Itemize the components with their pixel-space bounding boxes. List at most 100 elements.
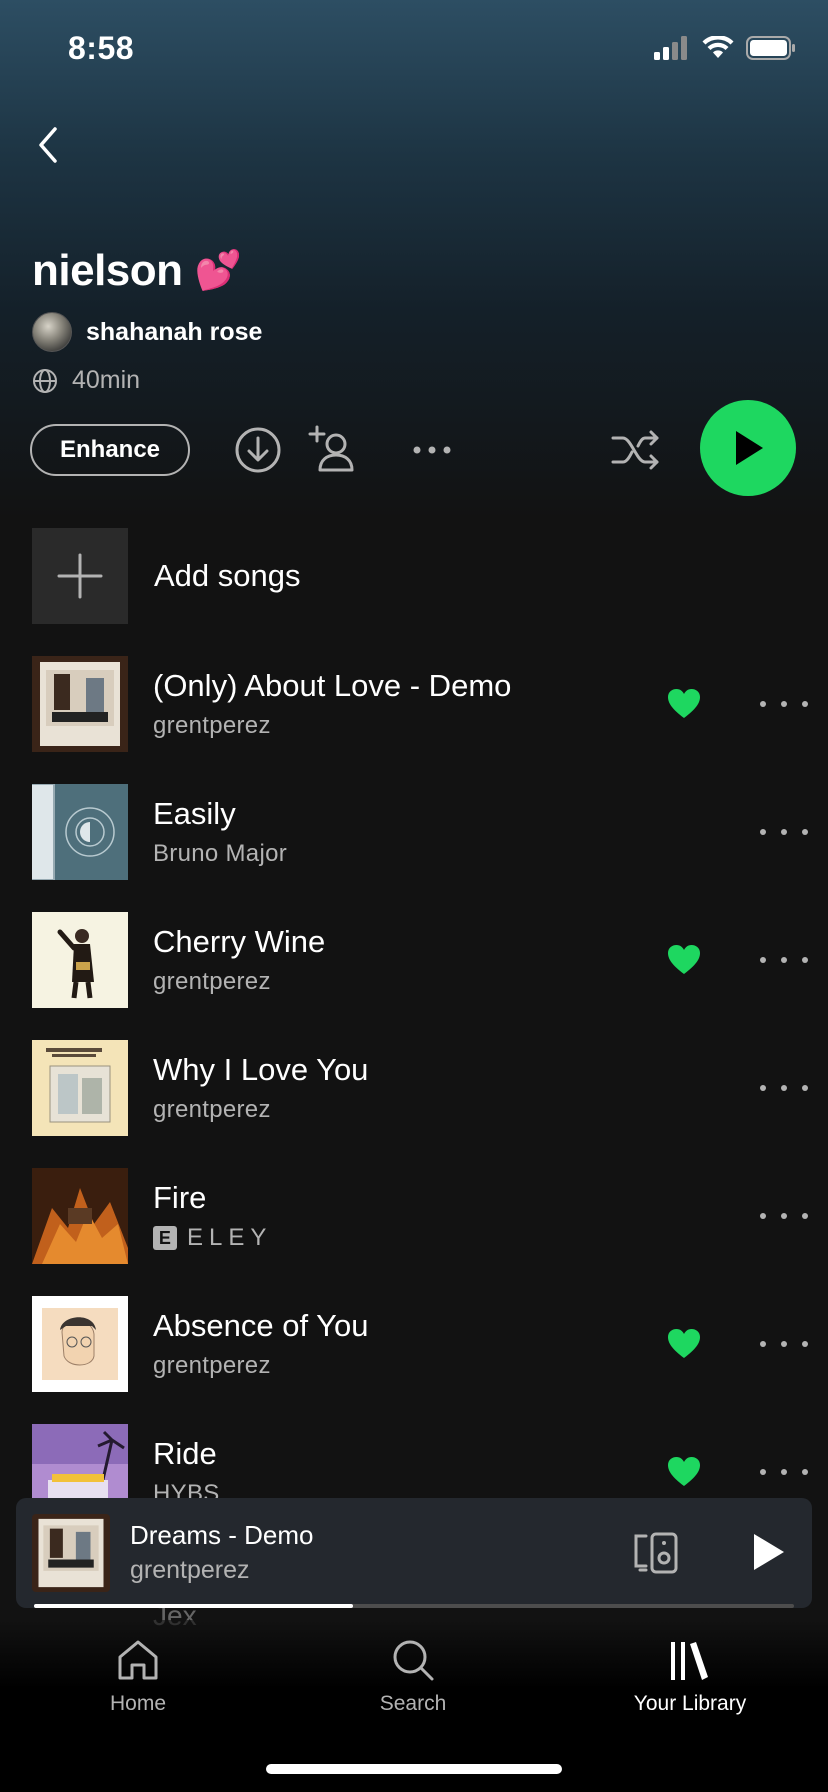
track-artist: E ELEY (153, 1224, 272, 1252)
add-songs-tile[interactable] (32, 528, 128, 624)
track-more-button[interactable] (760, 1198, 808, 1234)
now-playing-bar[interactable]: Dreams - Demo grentperez (16, 1498, 812, 1608)
playback-progress-bar[interactable] (34, 1604, 794, 1608)
track-artist-name: grentperez (153, 968, 271, 995)
home-icon (118, 1640, 158, 1680)
playlist-owner[interactable]: shahanah rose (32, 312, 262, 352)
add-songs-label[interactable]: Add songs (154, 558, 301, 594)
owner-name[interactable]: shahanah rose (86, 318, 262, 347)
track-more-button[interactable] (760, 1326, 808, 1362)
track-row[interactable]: Fire E ELEY (32, 1168, 812, 1296)
shuffle-button[interactable] (608, 422, 664, 478)
track-artist: grentperez (153, 712, 271, 740)
tab-home[interactable]: Home (38, 1638, 238, 1716)
home-indicator (266, 1764, 562, 1774)
track-more-button[interactable] (760, 686, 808, 722)
track-list: (Only) About Love - Demo grentperez Easi… (32, 656, 812, 1552)
explicit-badge: E (153, 1226, 177, 1250)
tab-search[interactable]: Search (313, 1638, 513, 1716)
track-row[interactable]: Why I Love You grentperez (32, 1040, 812, 1168)
track-title: (Only) About Love - Demo (153, 668, 512, 703)
dot (781, 1085, 787, 1091)
playlist-title: nielson 💕 (32, 246, 242, 296)
now-playing-artist: grentperez (130, 1556, 250, 1584)
avatar[interactable] (32, 312, 72, 352)
battery-icon (746, 36, 795, 60)
play-icon (736, 431, 763, 465)
add-user-icon (308, 425, 354, 472)
plus-icon (57, 553, 103, 599)
tab-your-library[interactable]: Your Library (590, 1638, 790, 1716)
dot (802, 701, 808, 707)
dot (802, 957, 808, 963)
album-cover (32, 912, 128, 1008)
wifi-icon (702, 36, 734, 58)
tab-label: Search (379, 1692, 447, 1715)
album-cover (32, 784, 128, 880)
dot (802, 1213, 808, 1219)
more-horizontal-icon (413, 446, 451, 454)
status-bar: 8:58 (0, 0, 828, 100)
connect-device-icon[interactable] (630, 1526, 682, 1578)
track-more-button[interactable] (760, 1070, 808, 1106)
library-icon (671, 1642, 708, 1680)
globe-icon (33, 368, 57, 393)
more-options-button[interactable] (404, 422, 460, 478)
liked-heart-icon[interactable] (666, 942, 702, 978)
track-title: Absence of You (153, 1308, 369, 1343)
track-title: Cherry Wine (153, 924, 326, 959)
back-button[interactable] (28, 120, 68, 170)
search-icon (393, 1640, 434, 1681)
track-artist-name: Bruno Major (153, 840, 288, 867)
track-artist: Bruno Major (153, 840, 287, 868)
track-more-button[interactable] (760, 814, 808, 850)
playlist-meta: 40min (32, 366, 140, 395)
dot (760, 1341, 766, 1347)
dot (781, 701, 787, 707)
track-row[interactable]: Absence of You grentperez (32, 1296, 812, 1424)
track-artist: grentperez (153, 1352, 271, 1380)
dot (802, 1085, 808, 1091)
download-icon (235, 427, 281, 473)
dot (760, 1213, 766, 1219)
dot (760, 1085, 766, 1091)
track-title: Easily (153, 796, 236, 831)
track-row[interactable]: Cherry Wine grentperez (32, 912, 812, 1040)
album-cover (32, 1040, 128, 1136)
dot (802, 1341, 808, 1347)
track-row[interactable]: (Only) About Love - Demo grentperez (32, 656, 812, 784)
enhance-button[interactable]: Enhance (30, 424, 190, 476)
chevron-left-icon (39, 127, 57, 163)
track-title: Fire (153, 1180, 207, 1215)
liked-heart-icon[interactable] (666, 1326, 702, 1362)
add-collaborator-button[interactable] (306, 422, 362, 478)
liked-heart-icon[interactable] (666, 1454, 702, 1490)
track-title: Why I Love You (153, 1052, 369, 1087)
track-artist-name: ELEY (187, 1224, 273, 1251)
mini-play-icon[interactable] (740, 1526, 792, 1578)
tab-label: Your Library (633, 1692, 747, 1715)
track-artist-name: grentperez (153, 1352, 271, 1379)
track-row[interactable]: Easily Bruno Major (32, 784, 812, 912)
album-cover (32, 1168, 128, 1264)
dot (760, 701, 766, 707)
track-more-button[interactable] (760, 1454, 808, 1490)
play-button[interactable] (700, 400, 796, 496)
track-title: Ride (153, 1436, 217, 1471)
track-more-button[interactable] (760, 942, 808, 978)
track-artist-name: grentperez (153, 712, 271, 739)
download-button[interactable] (230, 422, 286, 478)
liked-heart-icon[interactable] (666, 686, 702, 722)
dot (781, 829, 787, 835)
album-cover (32, 656, 128, 752)
track-artist: grentperez (153, 968, 271, 996)
dot (781, 1213, 787, 1219)
album-cover (32, 1296, 128, 1392)
now-playing-title: Dreams - Demo (130, 1520, 314, 1550)
dot (760, 957, 766, 963)
dot (781, 957, 787, 963)
dot (781, 1469, 787, 1475)
tab-label: Home (109, 1692, 167, 1715)
add-songs-row[interactable]: Add songs (32, 528, 301, 624)
track-artist: grentperez (153, 1096, 271, 1124)
